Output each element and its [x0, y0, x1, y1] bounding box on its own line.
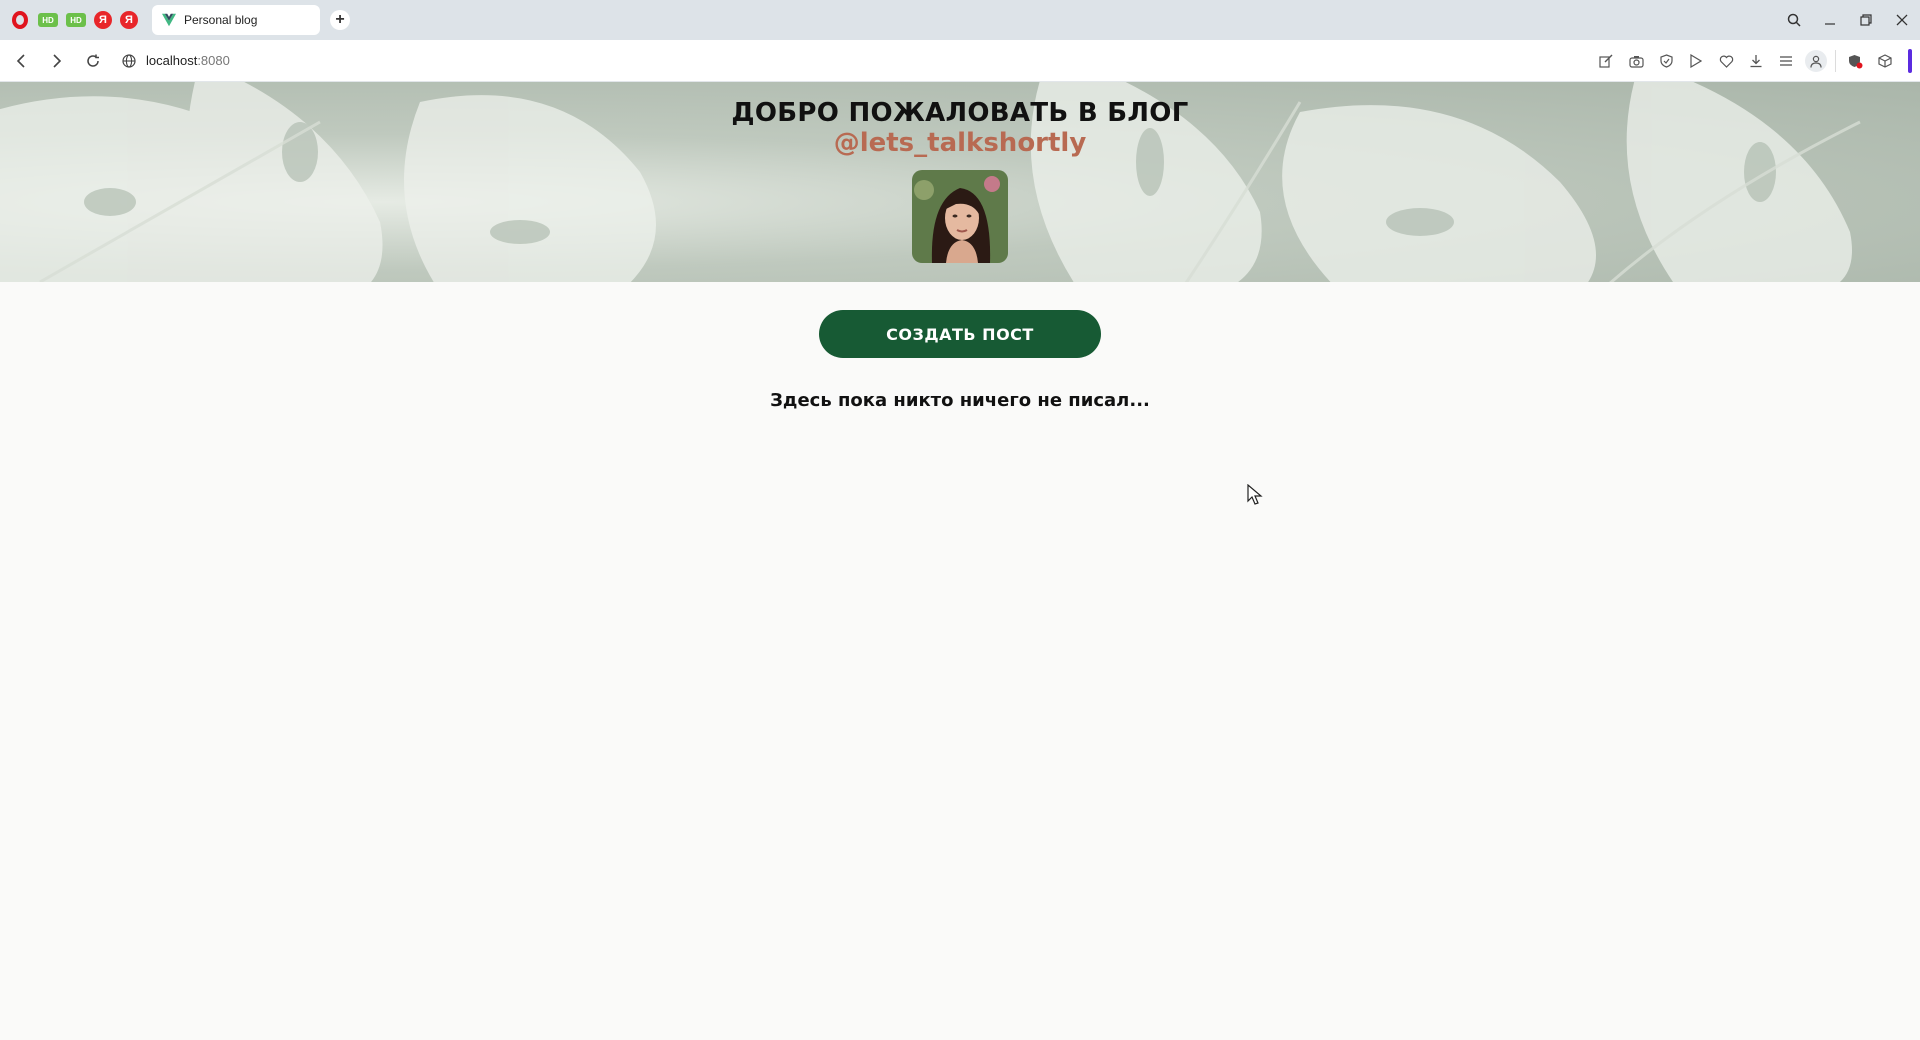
tab-personal-blog[interactable]: Personal blog	[152, 5, 320, 35]
back-icon[interactable]	[10, 50, 32, 72]
yandex-icon[interactable]: Я	[120, 11, 138, 29]
search-tabs-icon[interactable]	[1776, 0, 1812, 40]
hero-banner: ДОБРО ПОЖАЛОВАТЬ В БЛОГ @lets_talkshortl…	[0, 82, 1920, 282]
forward-icon[interactable]	[46, 50, 68, 72]
page-viewport: ДОБРО ПОЖАЛОВАТЬ В БЛОГ @lets_talkshortl…	[0, 82, 1920, 1040]
shield-icon[interactable]	[1655, 50, 1677, 72]
profile-icon[interactable]	[1805, 50, 1827, 72]
url-port: :8080	[197, 53, 230, 68]
globe-icon	[122, 53, 136, 68]
create-post-button[interactable]: СОЗДАТЬ ПОСТ	[819, 310, 1101, 358]
sidebar-accent	[1908, 49, 1912, 73]
vue-icon	[162, 13, 176, 27]
toolbar-icons	[1595, 40, 1912, 82]
camera-icon[interactable]	[1625, 50, 1647, 72]
navigation-buttons	[10, 50, 104, 72]
tab-title: Personal blog	[184, 13, 258, 27]
reload-icon[interactable]	[82, 50, 104, 72]
minimize-icon[interactable]	[1812, 0, 1848, 40]
blog-handle: @lets_talkshortly	[833, 128, 1087, 158]
play-icon[interactable]	[1685, 50, 1707, 72]
menu-icon[interactable]	[1775, 50, 1797, 72]
url-host: localhost	[146, 53, 198, 68]
new-tab-button[interactable]: +	[330, 10, 350, 30]
avatar	[912, 170, 1008, 263]
heart-icon[interactable]	[1715, 50, 1737, 72]
hd-icon[interactable]: HD	[38, 13, 58, 27]
browser-tab-bar: HD HD Я Я Personal blog +	[0, 0, 1920, 40]
pinned-tabs: HD HD Я Я	[10, 10, 138, 30]
extensions-icon[interactable]	[1874, 50, 1896, 72]
edit-icon[interactable]	[1595, 50, 1617, 72]
close-icon[interactable]	[1884, 0, 1920, 40]
restore-icon[interactable]	[1848, 0, 1884, 40]
page-title: ДОБРО ПОЖАЛОВАТЬ В БЛОГ	[731, 98, 1189, 128]
hd-icon[interactable]: HD	[66, 13, 86, 27]
empty-posts-message: Здесь пока никто ничего не писал...	[770, 390, 1150, 411]
address-bar: localhost:8080	[0, 40, 1920, 82]
window-controls	[1776, 0, 1920, 40]
download-icon[interactable]	[1745, 50, 1767, 72]
toolbar-divider	[1835, 50, 1836, 72]
opera-icon[interactable]	[10, 10, 30, 30]
url-field[interactable]: localhost:8080	[122, 53, 230, 68]
yandex-icon[interactable]: Я	[94, 11, 112, 29]
mouse-cursor-icon	[1247, 484, 1263, 505]
adblock-icon[interactable]	[1844, 50, 1866, 72]
